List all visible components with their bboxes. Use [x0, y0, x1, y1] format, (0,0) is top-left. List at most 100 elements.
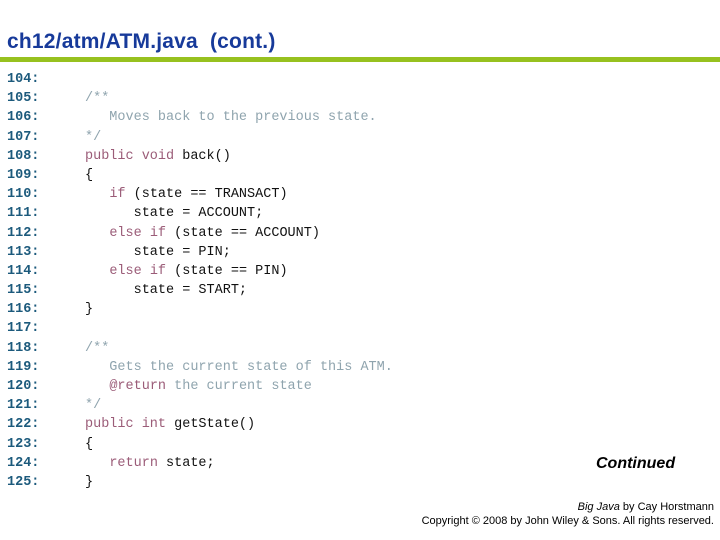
line-number: 106:: [7, 110, 40, 126]
plain-token: (state == PIN): [166, 263, 288, 279]
line-code: if (state == TRANSACT): [85, 185, 288, 204]
line-number: 118:: [7, 340, 40, 356]
comment-token: Gets the current state of this ATM.: [85, 359, 393, 375]
keyword-token: else if: [109, 225, 167, 241]
code-line: 113: state = PIN;: [0, 243, 720, 262]
line-code: @return the current state: [85, 377, 312, 396]
line-number: 122:: [7, 417, 40, 433]
code-line: 119: Gets the current state of this ATM.: [0, 358, 720, 377]
line-code: {: [85, 166, 93, 185]
continued-label: Continued: [596, 455, 676, 472]
code-line: 114: else if (state == PIN): [0, 262, 720, 281]
line-number: 120:: [7, 379, 40, 394]
plain-token: (state == ACCOUNT): [166, 225, 320, 241]
line-number: 108:: [7, 148, 40, 164]
line-code: */: [85, 396, 101, 415]
plain-token: back(): [174, 148, 231, 164]
line-number: 117:: [7, 321, 40, 337]
keyword-token: return: [109, 455, 158, 471]
code-line: 121: */: [0, 396, 720, 415]
keyword-token: @return: [109, 379, 167, 394]
line-number: 113:: [7, 244, 40, 260]
copyright-line: Copyright © 2008 by John Wiley & Sons. A…: [421, 515, 714, 527]
line-code: state = ACCOUNT;: [85, 204, 264, 223]
plain-token: {: [85, 436, 94, 452]
code-line: 104:: [0, 70, 720, 89]
line-number: 115:: [7, 283, 40, 299]
line-code: /**: [85, 339, 109, 358]
line-number: 116:: [7, 302, 40, 318]
line-number: 119:: [7, 359, 40, 375]
code-line: 120: @return the current state: [0, 377, 720, 396]
line-number: 111:: [7, 206, 40, 222]
footer: Big Java by Cay Horstmann Copyright © 20…: [422, 500, 714, 528]
plain-token: state = PIN;: [85, 244, 231, 260]
line-number: 123:: [7, 436, 40, 452]
line-code: else if (state == PIN): [85, 262, 288, 281]
book-title: Big Java: [577, 501, 620, 513]
code-line: 125:}: [0, 473, 720, 492]
keyword-token: if: [109, 187, 126, 203]
code-line: 117:: [0, 319, 720, 338]
code-line: 116:}: [0, 300, 720, 319]
line-code: /**: [85, 89, 109, 108]
comment-token: /**: [85, 91, 110, 107]
comment-token: the current state: [166, 379, 312, 394]
keyword-token: else if: [109, 263, 167, 279]
line-code: else if (state == ACCOUNT): [85, 224, 320, 243]
comment-token: */: [85, 129, 102, 145]
line-number: 105:: [7, 91, 40, 107]
line-number: 121:: [7, 398, 40, 414]
plain-token: state;: [157, 455, 215, 471]
comment-token: Moves back to the previous state.: [85, 110, 377, 126]
comment-token: */: [85, 398, 102, 414]
line-number: 109:: [7, 167, 40, 183]
plain-token: state = ACCOUNT;: [85, 206, 264, 222]
line-code: }: [85, 473, 93, 492]
plain-token: (state == TRANSACT): [125, 187, 288, 203]
plain-token: }: [85, 474, 94, 490]
line-number: 107:: [7, 129, 40, 145]
code-line: 108: public void back(): [0, 147, 720, 166]
line-number: 112:: [7, 225, 40, 241]
line-code: {: [85, 435, 93, 454]
line-number: 110:: [7, 187, 40, 203]
code-line: 122: public int getState(): [0, 415, 720, 434]
code-line: 106: Moves back to the previous state.: [0, 108, 720, 127]
code-line: 112: else if (state == ACCOUNT): [0, 224, 720, 243]
line-code: public void back(): [85, 147, 231, 166]
title-divider: [0, 57, 720, 62]
keyword-token: public void: [85, 148, 175, 164]
plain-token: {: [85, 167, 94, 183]
line-code: state = PIN;: [85, 243, 231, 262]
code-line: 118: /**: [0, 339, 720, 358]
line-number: 104:: [7, 72, 40, 87]
keyword-token: public int: [85, 417, 167, 433]
comment-token: [85, 379, 109, 394]
code-line: 107: */: [0, 128, 720, 147]
line-number: 125:: [7, 474, 40, 490]
comment-token: /**: [85, 340, 110, 356]
code-line: 110: if (state == TRANSACT): [0, 185, 720, 204]
line-code: */: [85, 128, 101, 147]
plain-token: getState(): [166, 417, 256, 433]
author-line: by Cay Horstmann: [619, 501, 714, 513]
code-line: 105: /**: [0, 89, 720, 108]
line-code: }: [85, 300, 93, 319]
line-code: state = START;: [85, 281, 247, 300]
code-listing: 104: 105:/** 106: Moves back to the previo…: [0, 70, 720, 492]
line-number: 114:: [7, 263, 40, 279]
line-code: Moves back to the previous state.: [85, 108, 377, 127]
line-code: Gets the current state of this ATM.: [85, 358, 393, 377]
plain-token: state = START;: [85, 283, 248, 299]
code-line: 123: {: [0, 435, 720, 454]
line-code: public int getState(): [85, 415, 255, 434]
slide-title: ch12/atm/ATM.java (cont.): [7, 30, 276, 53]
footer-credit: Big Java by Cay Horstmann: [422, 500, 714, 514]
plain-token: }: [85, 302, 94, 318]
line-code: return state;: [85, 454, 215, 473]
